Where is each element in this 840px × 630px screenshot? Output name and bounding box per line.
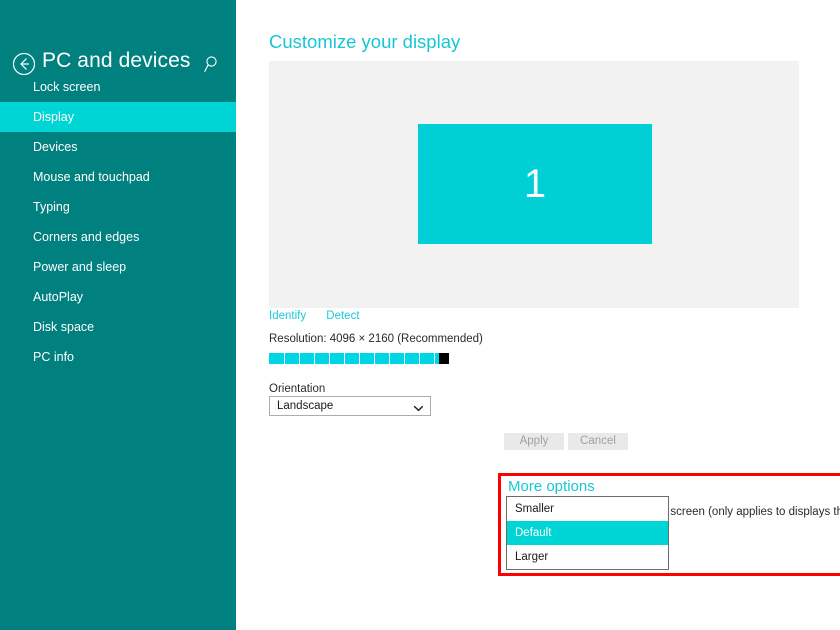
slider-tick [314,353,315,364]
sidebar-item-power-and-sleep[interactable]: Power and sleep [0,252,236,282]
identify-link[interactable]: Identify [269,310,306,322]
slider-thumb[interactable] [439,353,449,364]
sidebar-item-label: Display [33,110,74,124]
sidebar-item-label: Devices [33,140,78,154]
sidebar-item-typing[interactable]: Typing [0,192,236,222]
monitor-thumbnail-1[interactable]: 1 [417,123,653,245]
slider-tick [374,353,375,364]
sidebar-item-mouse-and-touchpad[interactable]: Mouse and touchpad [0,162,236,192]
preview-action-links: Identify Detect [269,310,377,322]
monitor-number-label: 1 [523,162,547,206]
slider-tick [389,353,390,364]
sidebar: PC and devices Lock screen Display Devic… [0,0,236,630]
sidebar-item-pc-info[interactable]: PC info [0,342,236,372]
sidebar-item-devices[interactable]: Devices [0,132,236,162]
more-options-heading: More options [508,478,595,495]
sidebar-item-label: Lock screen [33,80,101,94]
main-content: Customize your display 1 Identify Detect… [236,0,840,630]
slider-tick [434,353,435,364]
scale-option-default[interactable]: Default [507,521,668,545]
sidebar-item-label: Disk space [33,320,95,334]
page-header-title: PC and devices [42,49,191,72]
slider-tick [329,353,330,364]
sidebar-item-label: AutoPlay [33,290,84,304]
orientation-label: Orientation [269,383,326,395]
sidebar-item-disk-space[interactable]: Disk space [0,312,236,342]
detect-link[interactable]: Detect [326,310,359,322]
orientation-selected-value: Landscape [277,400,334,412]
resolution-slider[interactable] [269,353,449,364]
scale-option-label: Default [515,527,552,539]
scale-option-smaller[interactable]: Smaller [507,497,668,521]
sidebar-item-label: Corners and edges [33,230,140,244]
sidebar-item-display[interactable]: Display [0,102,236,132]
cancel-button[interactable]: Cancel [568,433,628,450]
sidebar-item-corners-and-edges[interactable]: Corners and edges [0,222,236,252]
chevron-down-icon [413,401,424,412]
scale-option-label: Smaller [515,503,554,515]
scale-option-label: Larger [515,551,549,563]
resolution-label: Resolution: 4096 × 2160 (Recommended) [269,333,483,345]
slider-tick [284,353,285,364]
orientation-dropdown[interactable]: Landscape [269,396,431,416]
slider-tick [404,353,405,364]
slider-tick [299,353,300,364]
scale-option-larger[interactable]: Larger [507,545,668,569]
sidebar-item-autoplay[interactable]: AutoPlay [0,282,236,312]
page-title: Customize your display [269,31,461,52]
sidebar-header: PC and devices [0,22,236,76]
slider-tick [359,353,360,364]
slider-tick [344,353,345,364]
display-preview-panel: 1 [269,61,799,308]
sidebar-item-label: Power and sleep [33,260,127,274]
sidebar-item-label: Mouse and touchpad [33,170,150,184]
sidebar-item-label: Typing [33,200,70,214]
slider-tick [419,353,420,364]
scale-dropdown-list[interactable]: Smaller Default Larger [506,496,669,570]
apply-button[interactable]: Apply [504,433,564,450]
sidebar-item-lock-screen[interactable]: Lock screen [0,72,236,102]
sidebar-item-label: PC info [33,350,74,364]
sidebar-nav-list: Lock screen Display Devices Mouse and to… [0,72,236,372]
